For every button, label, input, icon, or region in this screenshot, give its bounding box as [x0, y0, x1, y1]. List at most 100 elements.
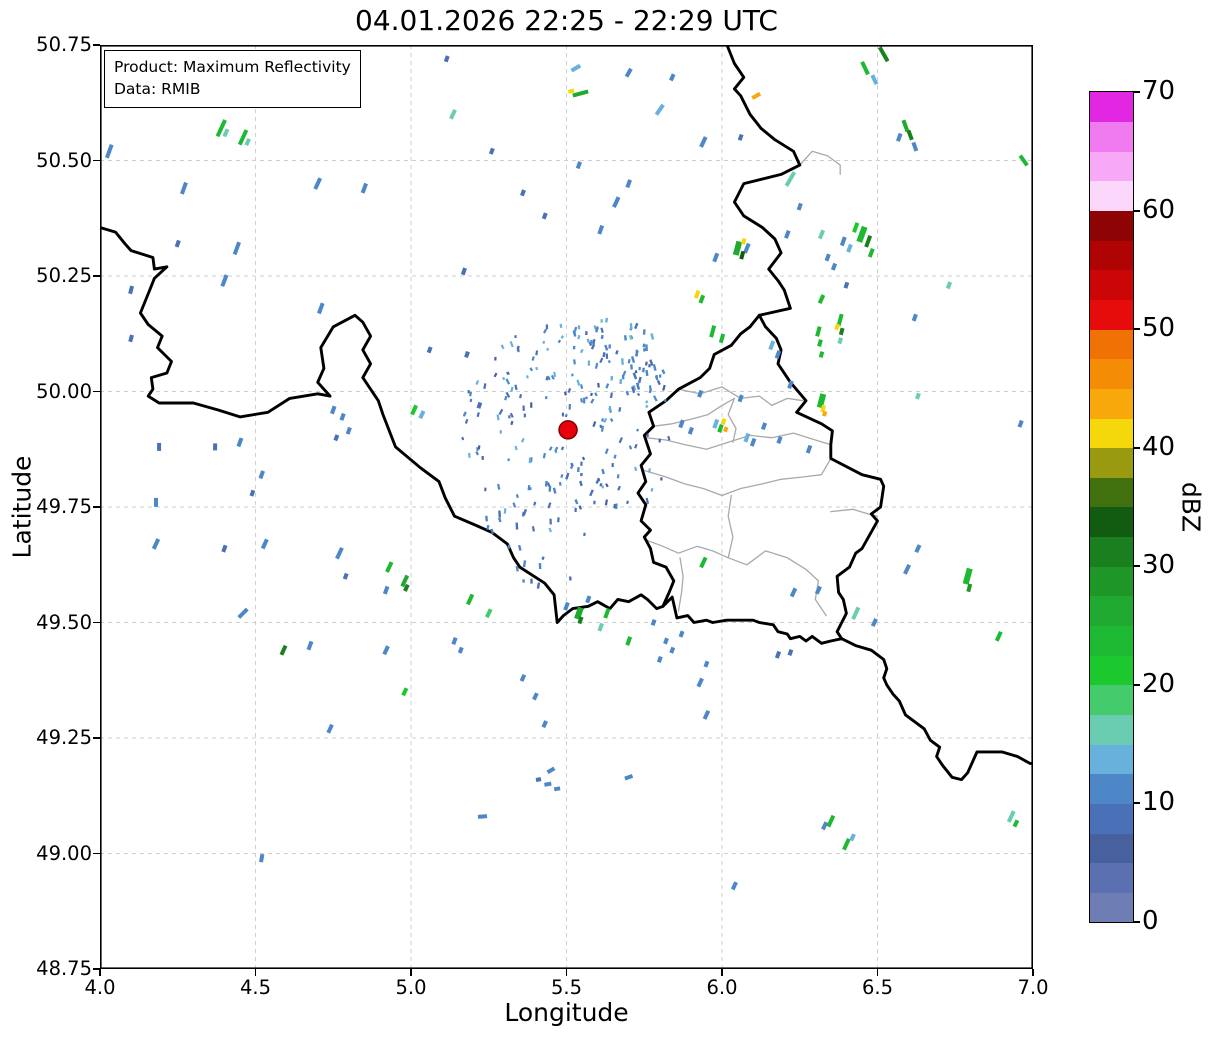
clutter-dot — [476, 452, 478, 456]
clutter-dot — [562, 336, 563, 339]
y-axis-label: Latitude — [8, 456, 37, 559]
echo-streak — [836, 324, 838, 330]
echo-streak — [107, 145, 112, 158]
x-axis-label: Longitude — [100, 998, 1033, 1027]
echo-streak — [1020, 156, 1027, 166]
echo-streak — [656, 105, 663, 115]
echo-streak — [848, 245, 851, 253]
clutter-dot — [630, 446, 631, 450]
echo-streak — [854, 223, 857, 232]
clutter-dot — [511, 421, 512, 425]
clutter-dot — [550, 447, 552, 451]
echo-streak — [898, 134, 901, 142]
clutter-dot — [552, 375, 554, 379]
echo-streak — [966, 569, 970, 584]
map-canvas — [100, 45, 1033, 969]
echo-streak — [544, 784, 551, 785]
clutter-dot — [588, 339, 589, 343]
echo-streak — [721, 334, 723, 343]
info-box-source: Data: RMIB — [114, 78, 351, 100]
clutter-dot — [654, 364, 656, 370]
clutter-dot — [656, 375, 657, 378]
clutter-dot — [544, 453, 545, 458]
clutter-dot — [611, 393, 612, 398]
clutter-dot — [629, 359, 630, 363]
colorbar-tick-label: 30 — [1142, 550, 1175, 580]
colorbar-segment — [1090, 388, 1133, 418]
echo-streak — [587, 596, 589, 603]
echo-streak — [463, 268, 465, 275]
clutter-dot — [596, 329, 597, 333]
y-tick-mark — [93, 968, 100, 970]
echo-streak — [870, 249, 873, 257]
echo-streak — [522, 190, 524, 196]
echo-streak — [880, 47, 888, 61]
clutter-dot — [469, 453, 470, 458]
colorbar-segment — [1090, 448, 1133, 478]
echo-streak — [308, 641, 311, 649]
clutter-dot — [565, 392, 566, 396]
echo-streak — [665, 638, 667, 644]
clutter-dot — [562, 447, 563, 450]
clutter-dot — [546, 481, 547, 487]
clutter-dot — [591, 393, 592, 396]
echo-streak — [725, 427, 727, 432]
regional-border-path — [728, 496, 733, 558]
clutter-dot — [530, 368, 532, 371]
echo-streak — [770, 341, 773, 349]
echo-streak — [705, 711, 709, 719]
clutter-dot — [618, 486, 620, 490]
echo-streak — [705, 661, 707, 667]
echo-streak — [745, 244, 749, 253]
x-tick-mark — [721, 969, 723, 976]
echo-streak — [948, 282, 950, 289]
echo-streak — [239, 609, 248, 618]
echo-streak — [328, 725, 332, 733]
clutter-dot — [549, 528, 551, 532]
clutter-dot — [663, 385, 665, 390]
colorbar — [1090, 92, 1133, 922]
clutter-dot — [581, 349, 583, 353]
echo-streak — [789, 381, 792, 389]
echo-streak — [873, 619, 876, 626]
x-tick-label: 4.5 — [221, 976, 291, 999]
echo-streak — [913, 142, 916, 151]
echo-streak — [914, 314, 916, 321]
clutter-dot — [487, 525, 488, 530]
clutter-dot — [627, 501, 628, 504]
colorbar-tick-mark — [1133, 210, 1140, 212]
info-box: Product: Maximum Reflectivity Data: RMIB — [104, 50, 361, 108]
colorbar-tick-label: 10 — [1142, 787, 1175, 817]
clutter-dot — [491, 529, 493, 534]
echo-streak — [487, 609, 491, 617]
echo-streak — [554, 788, 560, 789]
echo-streak — [778, 437, 780, 444]
clutter-dot — [635, 323, 637, 329]
colorbar-segment — [1090, 655, 1133, 685]
y-tick-mark — [93, 391, 100, 393]
echo-streak — [1009, 811, 1014, 822]
echo-streak — [238, 438, 241, 446]
echo-streak — [917, 393, 919, 399]
clutter-dot — [533, 357, 534, 361]
clutter-dot — [602, 335, 603, 339]
echo-streak — [859, 227, 865, 242]
national-border-path — [663, 597, 842, 643]
clutter-dot — [580, 481, 582, 486]
national-border-path — [100, 228, 663, 623]
clutter-dot — [476, 381, 478, 385]
radar-site-marker — [559, 421, 577, 439]
echo-streak — [968, 584, 970, 592]
clutter-dot — [517, 494, 518, 498]
echo-streak — [130, 335, 132, 342]
x-tick-mark — [255, 969, 257, 976]
clutter-dot — [518, 346, 519, 351]
echo-streak — [827, 254, 829, 261]
colorbar-segment — [1090, 566, 1133, 596]
clutter-dot — [498, 415, 499, 421]
y-tick-label: 50.50 — [0, 149, 92, 172]
clutter-dot — [644, 344, 645, 348]
echo-streak — [866, 236, 870, 247]
clutter-dot — [574, 331, 576, 337]
echo-streak — [1019, 421, 1021, 428]
